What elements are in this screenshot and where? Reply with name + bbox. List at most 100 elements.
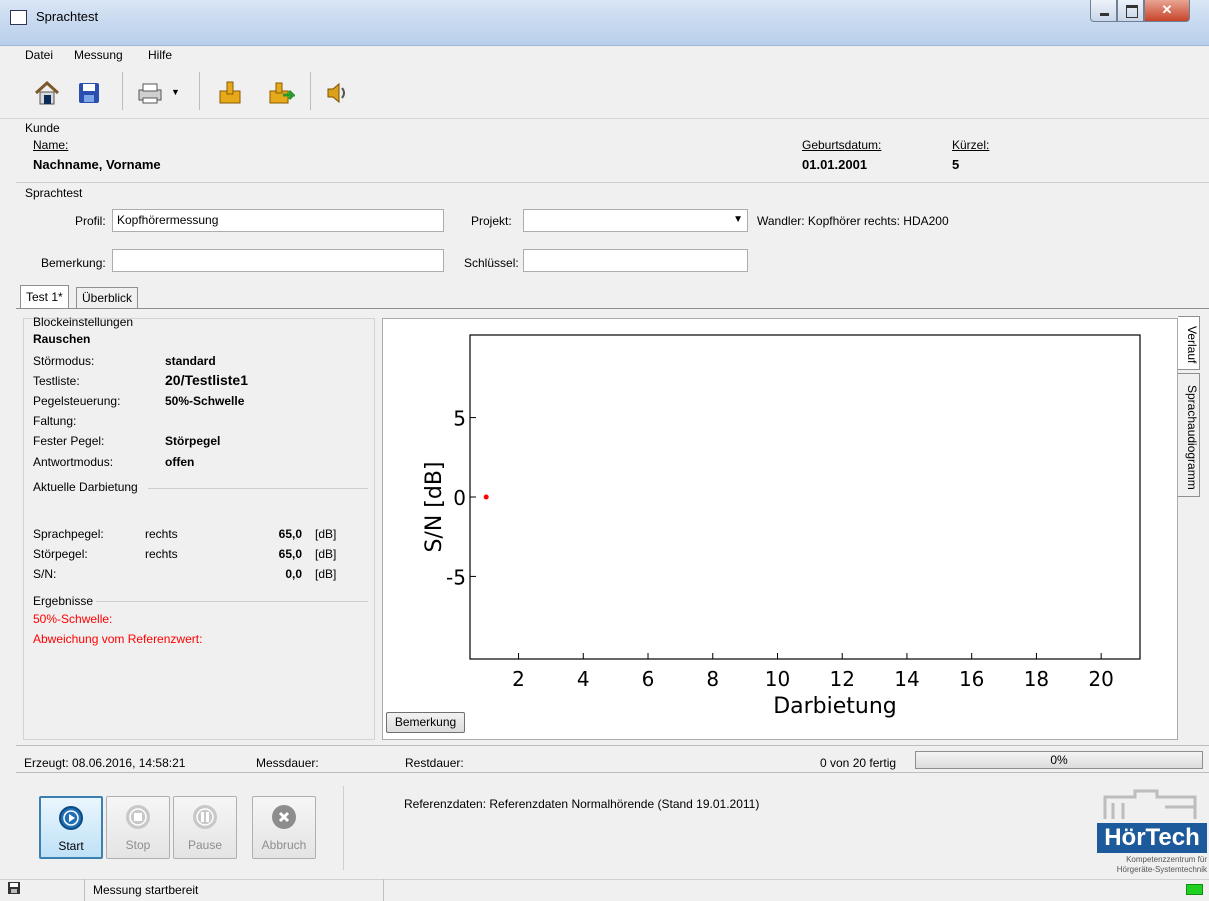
block-row-value: standard — [165, 354, 216, 368]
erzeugt-text: Erzeugt: 08.06.2016, 14:58:21 — [24, 756, 186, 770]
schwelle-label: 50%-Schwelle: — [33, 612, 113, 626]
darbietung-row-side: rechts — [145, 547, 178, 561]
abbruch-button[interactable]: Abbruch — [252, 796, 316, 859]
schluessel-input[interactable] — [523, 249, 748, 272]
name-value: Nachname, Vorname — [33, 157, 161, 172]
minimize-button[interactable] — [1090, 0, 1117, 22]
start-button-label: Start — [58, 839, 84, 853]
messdauer-text: Messdauer: — [256, 756, 319, 770]
tab-ueberblick[interactable]: Überblick — [76, 287, 139, 309]
print-dropdown-icon[interactable]: ▼ — [171, 87, 180, 97]
disk-icon — [7, 881, 21, 898]
stop-icon — [126, 805, 150, 829]
import-icon[interactable] — [213, 76, 247, 110]
x-tick-label: 12 — [829, 667, 854, 691]
geburtsdatum-label: Geburtsdatum: — [802, 138, 882, 152]
kuerzel-label: Kürzel: — [952, 138, 990, 152]
darbietung-row-value: 65,0 — [278, 527, 302, 541]
y-ticks: 5 0 -5 — [446, 407, 476, 589]
close-button[interactable]: ✕ — [1144, 0, 1190, 22]
sprachtest-group-label: Sprachtest — [25, 186, 83, 200]
menu-bar — [0, 46, 1209, 66]
darbietung-row-unit: [dB] — [315, 527, 337, 541]
wandler-text: Wandler: Kopfhörer rechts: HDA200 — [757, 214, 949, 228]
profil-label: Profil: — [75, 214, 106, 228]
tab-sprachaudiogramm[interactable]: Sprachaudiogramm — [1178, 373, 1200, 497]
schluessel-label: Schlüssel: — [464, 256, 519, 270]
restdauer-text: Restdauer: — [405, 756, 464, 770]
stop-button-label: Stop — [125, 838, 151, 852]
block-row-value: offen — [165, 455, 195, 469]
divider — [148, 488, 368, 489]
toolbar-separator — [310, 72, 311, 110]
pause-button[interactable]: Pause — [173, 796, 237, 859]
name-label: Name: — [33, 138, 69, 152]
tab-verlauf[interactable]: Verlauf — [1178, 316, 1200, 370]
bemerkung-label: Bemerkung: — [41, 256, 106, 270]
kuerzel-value: 5 — [952, 157, 960, 172]
speaker-icon[interactable] — [320, 76, 354, 110]
toolbar — [0, 67, 1209, 119]
kunde-group-label: Kunde — [25, 121, 60, 135]
app-icon — [10, 10, 27, 25]
darbietung-group-label: Aktuelle Darbietung — [33, 480, 138, 494]
x-tick-label: 14 — [894, 667, 919, 691]
x-tick-label: 6 — [642, 667, 655, 691]
tab-test-1[interactable]: Test 1* — [20, 285, 69, 309]
chart-bemerkung-button[interactable]: Bemerkung — [386, 712, 465, 733]
bemerkung-input[interactable] — [112, 249, 444, 272]
window-title: Sprachtest — [36, 9, 99, 24]
start-button[interactable]: Start — [39, 796, 103, 859]
projekt-select[interactable]: ▼ — [523, 209, 748, 232]
darbietung-row-label: Störpegel: — [33, 547, 88, 561]
darbietung-row-value: 65,0 — [278, 547, 302, 561]
chevron-down-icon: ▼ — [733, 214, 743, 225]
block-row-label: Fester Pegel: — [33, 434, 105, 448]
y-tick-label: 0 — [453, 486, 466, 510]
projekt-label: Projekt: — [471, 214, 512, 228]
divider — [343, 786, 344, 870]
x-tick-label: 2 — [512, 667, 525, 691]
menu-hilfe[interactable]: Hilfe — [148, 48, 172, 62]
fortschritt-text: 0 von 20 fertig — [820, 756, 897, 770]
hoertech-logo: HörTech Kompetenzzentrum für Hörgeräte-S… — [1095, 783, 1207, 877]
divider — [84, 879, 85, 901]
menu-datei[interactable]: Datei — [25, 48, 53, 62]
progress-bar: 0% — [915, 751, 1203, 769]
toolbar-separator — [122, 72, 123, 110]
export-icon[interactable] — [264, 76, 298, 110]
stop-button[interactable]: Stop — [106, 796, 170, 859]
print-icon[interactable] — [134, 76, 168, 110]
maximize-button[interactable] — [1117, 0, 1144, 22]
darbietung-row-label: S/N: — [33, 567, 57, 581]
menu-messung[interactable]: Messung — [74, 48, 123, 62]
ergebnisse-group-label: Ergebnisse — [33, 594, 94, 608]
logo-name: HörTech — [1097, 823, 1207, 853]
block-row-value: 50%-Schwelle — [165, 394, 245, 408]
block-row-value: Störpegel — [165, 434, 221, 448]
home-icon[interactable] — [30, 76, 64, 110]
logo-tagline-2: Hörgeräte-Systemtechnik — [1116, 865, 1207, 874]
logo-tagline-1: Kompetenzzentrum für — [1126, 855, 1207, 864]
block-title: Rauschen — [33, 332, 91, 346]
chart: 2 4 6 8 10 12 14 16 18 20 5 0 -5 Darbietung S/N [dB… — [422, 334, 1141, 719]
block-group-label: Blockeinstellungen — [33, 315, 134, 329]
x-tick-label: 16 — [959, 667, 984, 691]
statusbar-text: Messung startbereit — [93, 883, 199, 897]
abbruch-button-label: Abbruch — [261, 838, 307, 852]
y-axis-label: S/N [dB] — [422, 461, 447, 552]
block-row-label: Faltung: — [33, 414, 77, 428]
divider — [383, 879, 384, 901]
darbietung-row-unit: [dB] — [315, 547, 337, 561]
data-points — [483, 494, 489, 500]
x-axis-label: Darbietung — [773, 694, 897, 719]
save-icon[interactable] — [72, 76, 106, 110]
profil-input[interactable]: Kopfhörermessung — [112, 209, 444, 232]
data-point — [483, 494, 489, 500]
x-tick-label: 4 — [577, 667, 590, 691]
plot-frame — [469, 334, 1141, 660]
cancel-icon — [272, 805, 296, 829]
x-tick-label: 18 — [1024, 667, 1049, 691]
referenz-text: Referenzdaten: Referenzdaten Normalhören… — [404, 797, 760, 811]
play-icon — [59, 806, 83, 830]
